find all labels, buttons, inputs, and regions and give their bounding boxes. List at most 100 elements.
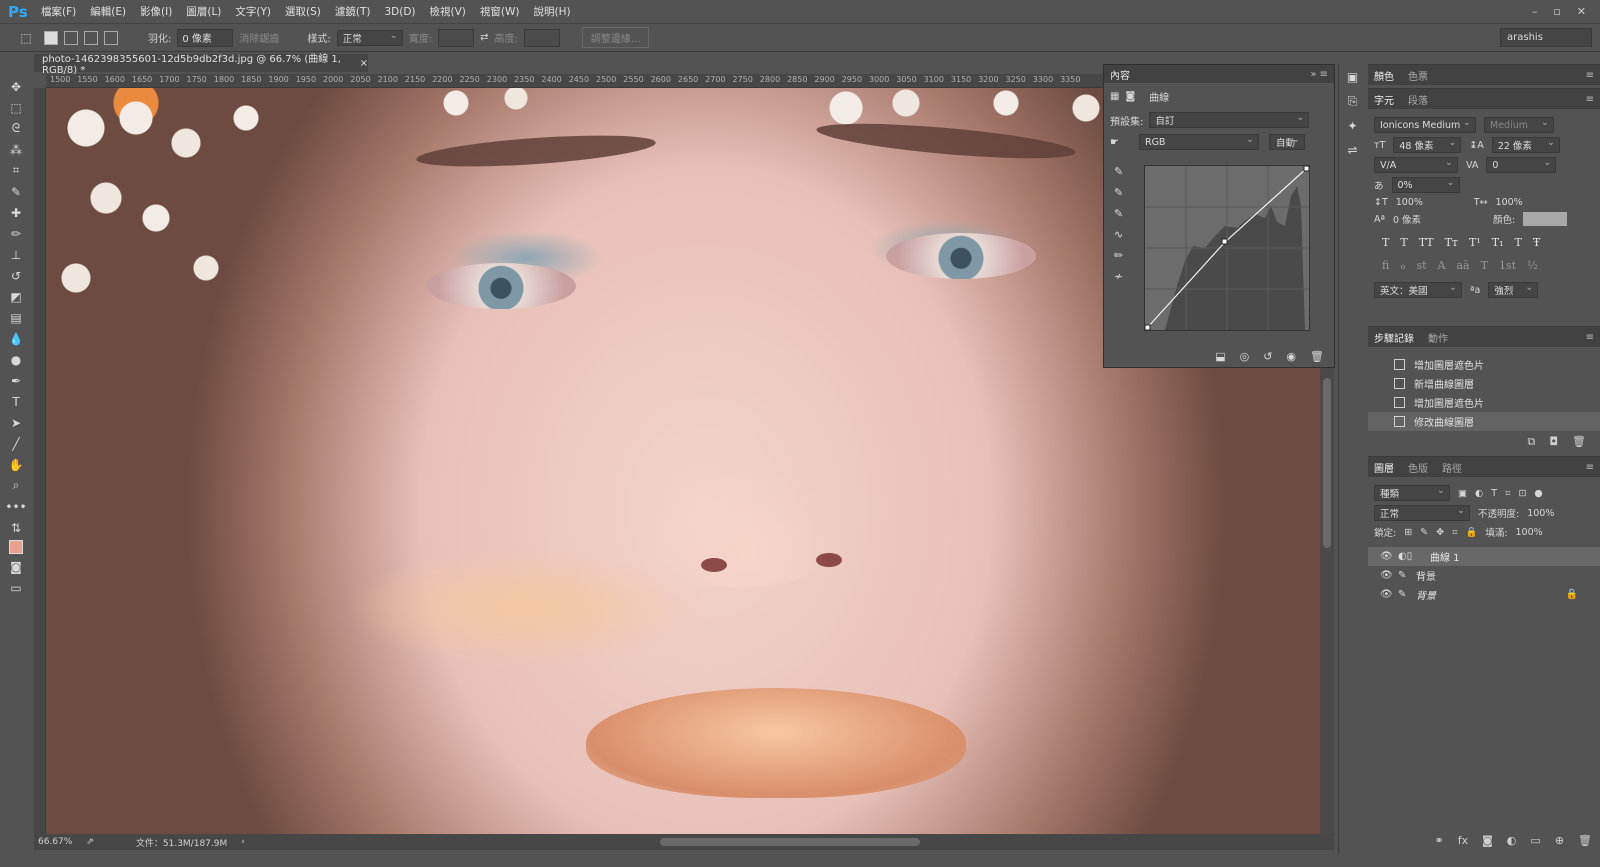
filter-pixel-icon[interactable]: ▣ <box>1458 488 1467 499</box>
intersect-selection-icon[interactable] <box>104 30 118 45</box>
titling-alt-icon[interactable]: T <box>1481 259 1488 272</box>
marquee-tool-icon[interactable]: ⬚ <box>4 99 28 116</box>
language-select[interactable]: 英文：美國 <box>1374 282 1462 298</box>
layer-mask-icon[interactable]: ◙ <box>1125 91 1135 102</box>
curve-control-point[interactable] <box>1221 238 1228 245</box>
foreground-color-swatch[interactable] <box>9 540 23 554</box>
character-panel-menu-icon[interactable]: ≡ <box>1586 94 1600 105</box>
healing-brush-icon[interactable]: ✚ <box>4 204 28 221</box>
fractions-icon[interactable]: ½ <box>1527 259 1538 272</box>
horizontal-scale-value[interactable]: 100% <box>1496 197 1523 208</box>
layer-row-background-copy[interactable]: 👁 ✎ 背景 <box>1368 566 1600 585</box>
hand-tool-icon[interactable]: ✋ <box>4 456 28 473</box>
marquee-preset-icon[interactable]: ⬚ <box>14 29 38 46</box>
ordinals-icon[interactable]: 1st <box>1499 259 1516 272</box>
refine-edge-button[interactable]: 調整邊緣... <box>581 27 650 48</box>
brush-panel-icon[interactable]: ✦ <box>1347 119 1357 133</box>
visibility-icon[interactable]: ◉ <box>1286 350 1296 363</box>
vertical-scale-value[interactable]: 100% <box>1396 197 1466 208</box>
screen-mode-icon[interactable]: ▭ <box>4 579 28 596</box>
link-layers-icon[interactable]: ⚭ <box>1435 834 1444 847</box>
menu-layer[interactable]: 圖層(L) <box>179 4 228 19</box>
menu-select[interactable]: 選取(S) <box>278 4 328 19</box>
layer-row-background[interactable]: 👁 ✎ 背景 🔒 <box>1368 585 1600 604</box>
restore-button[interactable]: ▫ <box>1553 5 1560 18</box>
magic-wand-icon[interactable]: ⁂ <box>4 141 28 158</box>
blend-mode-select[interactable]: 正常 <box>1374 505 1470 521</box>
export-icon[interactable]: ⇗ <box>86 837 94 847</box>
lock-position-icon[interactable]: ✥ <box>1436 527 1444 538</box>
move-tool-icon[interactable]: ✥ <box>4 78 28 95</box>
visibility-eye-icon[interactable]: 👁 <box>1380 570 1393 581</box>
tab-history[interactable]: 步驟記錄 <box>1374 330 1414 345</box>
font-style-select[interactable]: Medium <box>1484 117 1554 133</box>
history-item[interactable]: 增加圖層遮色片 <box>1368 393 1600 412</box>
text-color-swatch[interactable] <box>1523 212 1568 226</box>
tab-color[interactable]: 顏色 <box>1374 68 1394 83</box>
layer-style-icon[interactable]: fx <box>1458 834 1468 847</box>
more-tools-icon[interactable]: ••• <box>4 498 28 515</box>
swap-colors-icon[interactable]: ⇅ <box>4 519 28 536</box>
adjustments-panel-icon[interactable]: ⇌ <box>1347 143 1357 157</box>
filter-adjustment-icon[interactable]: ◐ <box>1475 488 1483 499</box>
tab-actions[interactable]: 動作 <box>1428 330 1448 345</box>
crop-tool-icon[interactable]: ⌗ <box>4 162 28 179</box>
menu-view[interactable]: 檢視(V) <box>423 4 473 19</box>
lasso-tool-icon[interactable]: ᘓ <box>4 120 28 137</box>
reset-icon[interactable]: ↺ <box>1263 350 1272 363</box>
document-tab[interactable]: photo-1462398355601-12d5b9db2f3d.jpg @ 6… <box>34 54 368 76</box>
faux-italic-icon[interactable]: T <box>1400 236 1407 249</box>
antialias-checkbox-label[interactable]: 消除鋸齒 <box>239 30 279 45</box>
swap-icon[interactable]: ⇄ <box>480 32 488 43</box>
curve-point-tool-icon[interactable]: ∿ <box>1114 228 1123 241</box>
stylistic-alt-icon[interactable]: aā <box>1456 259 1469 272</box>
faux-bold-icon[interactable]: T <box>1382 236 1389 249</box>
new-adjustment-layer-icon[interactable]: ◐ <box>1507 834 1517 847</box>
lock-pixels-icon[interactable]: ✎ <box>1420 527 1428 538</box>
delete-layer-icon[interactable]: 🗑 <box>1578 834 1592 847</box>
height-input[interactable] <box>523 28 560 47</box>
properties-panel-icon[interactable]: ▣ <box>1347 70 1358 84</box>
quick-mask-icon[interactable]: ◙ <box>4 558 28 575</box>
swash-icon[interactable]: A <box>1438 259 1446 272</box>
view-previous-icon[interactable]: ◎ <box>1240 350 1250 363</box>
blur-tool-icon[interactable]: 💧 <box>4 330 28 347</box>
contextual-alt-icon[interactable]: ℴ <box>1400 259 1405 272</box>
filter-toggle-icon[interactable]: ● <box>1534 488 1542 499</box>
tab-paragraph[interactable]: 段落 <box>1408 92 1428 107</box>
all-caps-icon[interactable]: TT <box>1419 236 1434 249</box>
pencil-curve-icon[interactable]: ✏ <box>1114 249 1123 262</box>
lock-artboard-icon[interactable]: ⌗ <box>1452 527 1457 538</box>
clone-stamp-icon[interactable]: ⊥ <box>4 246 28 263</box>
menu-file[interactable]: 檔案(F) <box>34 4 83 19</box>
add-selection-icon[interactable] <box>64 30 78 45</box>
history-panel-menu-icon[interactable]: ≡ <box>1586 332 1600 343</box>
layer-filter-select[interactable]: 種類 <box>1374 485 1450 501</box>
filter-type-icon[interactable]: T <box>1491 488 1497 499</box>
status-menu-arrow-icon[interactable]: › <box>241 837 245 847</box>
opacity-value[interactable]: 100% <box>1527 508 1554 519</box>
subscript-icon[interactable]: T₁ <box>1492 236 1504 249</box>
add-mask-icon[interactable]: ◙ <box>1482 834 1493 847</box>
tab-character[interactable]: 字元 <box>1374 92 1394 107</box>
close-document-icon[interactable]: × <box>360 58 368 69</box>
eraser-icon[interactable]: ◩ <box>4 288 28 305</box>
lock-transparency-icon[interactable]: ⊞ <box>1404 527 1412 538</box>
font-family-select[interactable]: Ionicons Medium <box>1374 117 1476 133</box>
pen-tool-icon[interactable]: ✒ <box>4 372 28 389</box>
preset-select[interactable]: 自訂 <box>1149 112 1310 128</box>
panel-menu-icon[interactable]: » ≡ <box>1310 69 1334 80</box>
zoom-tool-icon[interactable]: ⌕ <box>4 477 28 494</box>
menu-filter[interactable]: 濾鏡(T) <box>328 4 378 19</box>
auto-button[interactable]: 自動 <box>1268 134 1305 150</box>
line-tool-icon[interactable]: ╱ <box>4 435 28 452</box>
font-size-select[interactable]: 48 像素 <box>1393 137 1462 153</box>
gradient-tool-icon[interactable]: ▤ <box>4 309 28 326</box>
new-selection-icon[interactable] <box>44 30 58 45</box>
superscript-icon[interactable]: T¹ <box>1469 236 1481 249</box>
history-item[interactable]: 增加圖層遮色片 <box>1368 355 1600 374</box>
leading-select[interactable]: 22 像素 <box>1491 137 1560 153</box>
horizontal-scrollbar[interactable] <box>660 838 920 846</box>
tracking-select[interactable]: 0 <box>1486 157 1557 173</box>
menu-window[interactable]: 視窗(W) <box>473 4 527 19</box>
